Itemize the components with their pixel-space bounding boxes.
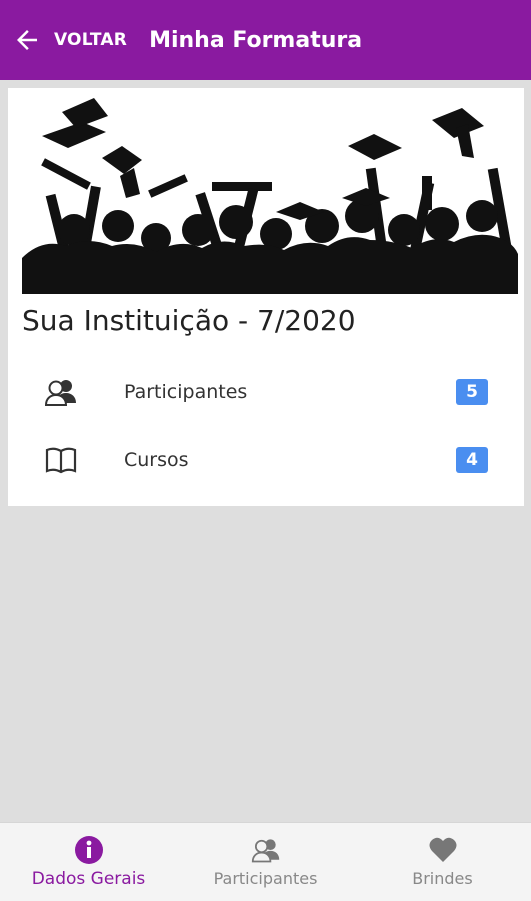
arrow-left-icon <box>17 30 37 50</box>
courses-label: Cursos <box>124 449 189 471</box>
info-icon <box>74 836 103 864</box>
institution-title: Sua Instituição - 7/2020 <box>22 304 356 337</box>
app-header: VOLTAR Minha Formatura <box>0 0 531 80</box>
graduation-card: Sua Instituição - 7/2020 Participantes 5… <box>8 88 524 506</box>
participants-label: Participantes <box>124 381 248 403</box>
book-icon <box>45 447 77 474</box>
participants-icon <box>44 380 76 406</box>
courses-count-badge: 4 <box>456 447 488 473</box>
graduation-crowd-illustration <box>22 98 518 294</box>
back-button[interactable]: VOLTAR <box>12 25 127 55</box>
tab-brindes[interactable]: Brindes <box>354 823 531 901</box>
participants-count-badge: 5 <box>456 379 488 405</box>
tab-dados-gerais[interactable]: Dados Gerais <box>0 823 177 901</box>
tab-label: Participantes <box>213 869 318 888</box>
heart-icon <box>429 837 456 862</box>
participants-row[interactable]: Participantes 5 <box>8 364 524 420</box>
tab-label: Dados Gerais <box>31 869 146 889</box>
page-title: Minha Formatura <box>149 27 363 53</box>
tab-participantes[interactable]: Participantes <box>177 823 354 901</box>
participants-icon <box>251 839 279 863</box>
courses-row[interactable]: Cursos 4 <box>8 432 524 488</box>
bottom-navigation: Dados Gerais Participantes Brindes <box>0 822 531 901</box>
tab-label: Brindes <box>412 869 473 888</box>
back-label: VOLTAR <box>54 30 128 50</box>
